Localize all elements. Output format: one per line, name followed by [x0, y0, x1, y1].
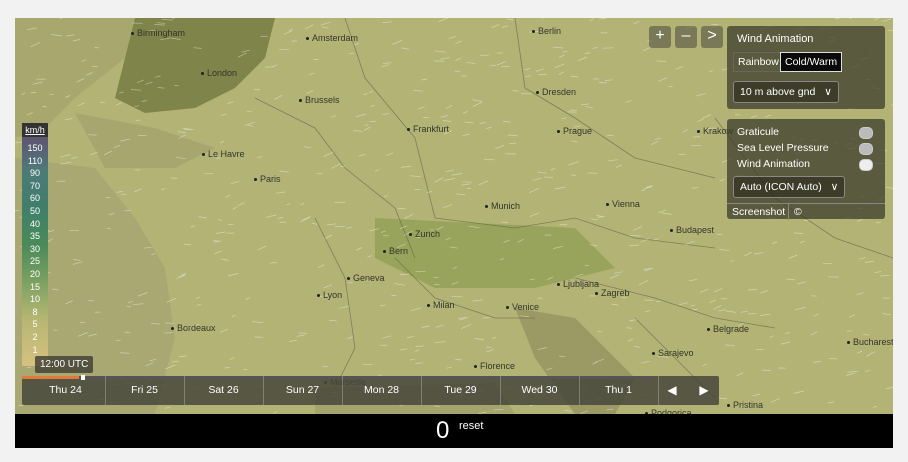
- next-arrow-icon[interactable]: ▶: [694, 380, 714, 400]
- graticule-toggle[interactable]: [859, 127, 873, 139]
- day-tab[interactable]: Fri 25: [105, 376, 185, 405]
- legend-value: 25: [29, 256, 40, 267]
- city-label: Brussels: [299, 95, 340, 105]
- chevron-down-icon: ∨: [824, 86, 832, 98]
- legend-value: 20: [29, 269, 40, 279]
- city-label: Bern: [382, 246, 409, 256]
- city-label: Budapest: [669, 225, 715, 235]
- city-label: Belgrade: [706, 324, 750, 334]
- footer-bar: 0 reset: [15, 414, 893, 448]
- city-label: Paris: [254, 174, 281, 184]
- legend-value: 90: [29, 168, 40, 179]
- city-label: Le Havre: [202, 149, 245, 159]
- wind-animation-label: Wind Animation: [737, 158, 810, 170]
- cold-warm-option[interactable]: Cold/Warm: [780, 52, 843, 72]
- legend-value: 30: [29, 243, 40, 254]
- zoom-out-button[interactable]: –: [675, 26, 697, 48]
- legend-value: 5: [32, 319, 38, 330]
- city-label: Amsterdam: [305, 33, 359, 43]
- city-label: Bordeaux: [171, 323, 216, 333]
- legend-value: 150: [27, 143, 43, 153]
- legend-value: 15: [29, 281, 40, 292]
- city-label: Frankfurt: [406, 124, 450, 134]
- legend-unit: km/h: [22, 123, 48, 137]
- model-dropdown[interactable]: Auto (ICON Auto) ∨: [733, 176, 846, 198]
- legend-value: 40: [29, 218, 40, 229]
- city-label: Munich: [484, 201, 521, 211]
- screenshot-button[interactable]: Screenshot: [732, 206, 785, 218]
- sea-level-pressure-label: Sea Level Pressure: [737, 142, 829, 154]
- legend-value: 1: [32, 344, 38, 355]
- legend-value: 8: [32, 306, 38, 317]
- legend-value: 110: [27, 155, 43, 166]
- level-dropdown[interactable]: 10 m above gnd ∨: [733, 81, 839, 103]
- day-tab[interactable]: Sat 26: [184, 376, 264, 405]
- panel-title: Wind Animation: [737, 33, 814, 45]
- day-tab[interactable]: Thu 24: [26, 376, 106, 405]
- chevron-down-icon: ∨: [830, 181, 839, 193]
- legend-value: 70: [29, 180, 40, 191]
- city-label: London: [200, 68, 238, 78]
- city-label: Bucharest: [847, 337, 893, 347]
- city-label: Vienna: [606, 199, 640, 209]
- day-tab[interactable]: Tue 29: [421, 376, 501, 405]
- legend-value: 10: [29, 294, 40, 305]
- sea-level-pressure-toggle[interactable]: [859, 143, 873, 155]
- city-label: Sarajevo: [652, 348, 694, 358]
- city-label: Florence: [473, 361, 516, 371]
- day-tab[interactable]: Sun 27: [263, 376, 343, 405]
- city-label: Dresden: [535, 87, 577, 97]
- city-label: Ljubljana: [556, 279, 600, 289]
- time-label: 12:00 UTC: [35, 356, 94, 373]
- legend-value: 60: [29, 193, 40, 204]
- day-tab[interactable]: Thu 1: [579, 376, 659, 405]
- model-value: Auto (ICON Auto): [740, 181, 822, 193]
- wind-animation-panel: Wind Animation Rainbow Cold/Warm 10 m ab…: [727, 26, 885, 109]
- city-label: Zagreb: [595, 288, 630, 298]
- wind-speed-legend: km/h 150 110 90 70 60 50 40 35 30 25 20 15 10 8 5 2 1: [22, 123, 48, 366]
- level-value: 10 m above gnd: [740, 86, 816, 98]
- city-label: Venice: [505, 302, 540, 312]
- city-label: Milan: [427, 300, 455, 310]
- timeline[interactable]: Thu 24 Fri 25 Sat 26 Sun 27 Mon 28 Tue 29 Wed …: [22, 375, 719, 405]
- legend-value: 2: [32, 332, 38, 342]
- wind-animation-toggle[interactable]: [859, 159, 873, 171]
- day-tab[interactable]: Mon 28: [342, 376, 422, 405]
- reset-button[interactable]: reset: [459, 420, 483, 432]
- city-label: Pristina: [726, 400, 764, 410]
- layers-panel: Graticule Sea Level Pressure Wind Animat…: [727, 119, 885, 220]
- legend-value: 50: [29, 206, 40, 216]
- city-label: Zurich: [408, 229, 441, 239]
- expand-button[interactable]: >: [701, 26, 723, 48]
- copyright-icon[interactable]: ©: [794, 206, 802, 218]
- prev-arrow-icon[interactable]: ◀: [662, 380, 682, 400]
- counter-value: 0: [436, 417, 450, 444]
- city-label: Berlin: [531, 26, 562, 36]
- city-label: Lyon: [316, 290, 343, 300]
- rainbow-option[interactable]: Rainbow: [733, 52, 784, 72]
- city-label: Birmingham: [130, 28, 186, 38]
- zoom-in-button[interactable]: +: [649, 26, 671, 48]
- day-tab[interactable]: Wed 30: [500, 376, 580, 405]
- city-label: Prague: [556, 126, 593, 136]
- legend-value: 35: [29, 231, 40, 242]
- graticule-label: Graticule: [737, 126, 780, 138]
- city-label: Geneva: [347, 273, 385, 283]
